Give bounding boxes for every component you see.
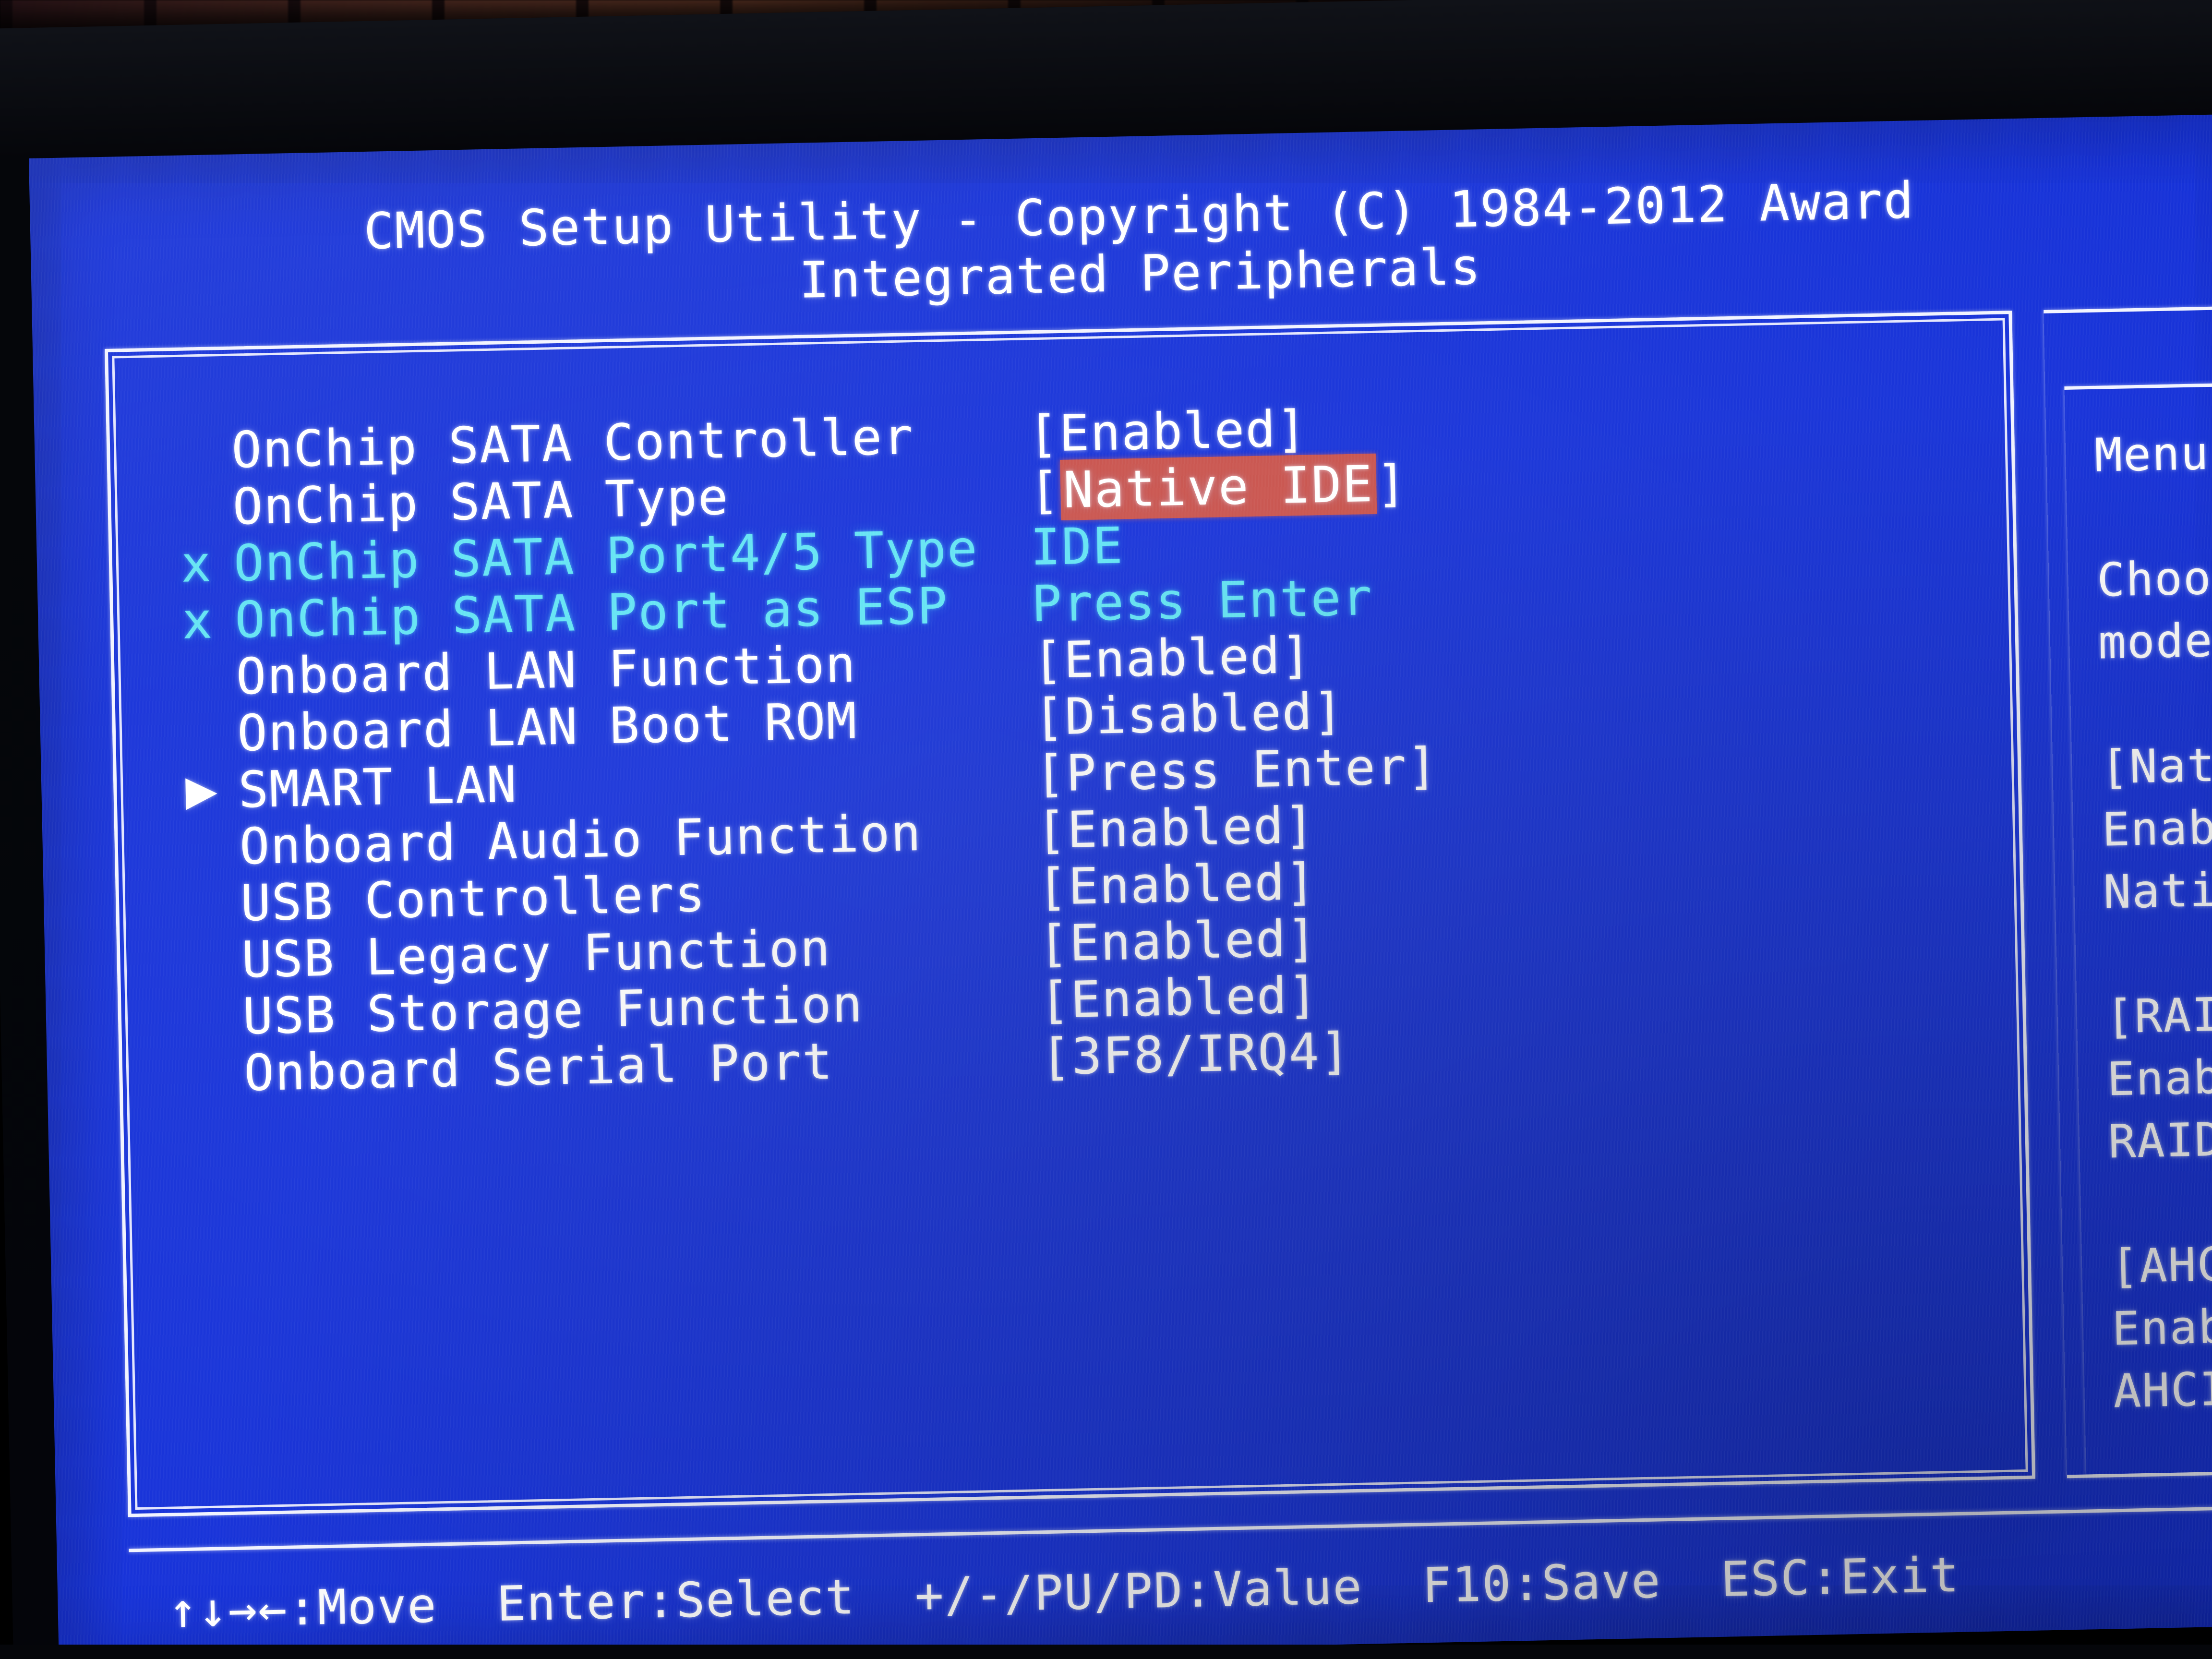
value-bracket-close: ] <box>1375 454 1408 513</box>
help-text-line: Enabl <box>2106 1049 2212 1106</box>
help-text-line: [Nat <box>2100 738 2212 794</box>
screenshot-root: CMOS Setup Utility - Copyright (C) 1984-… <box>0 0 2212 1659</box>
setting-value[interactable]: [Press Enter] <box>1034 736 1439 803</box>
help-text-line: Enab <box>2101 800 2212 857</box>
help-text-line: AHCI <box>2113 1362 2212 1419</box>
help-spacer <box>2099 669 2212 736</box>
help-text-line: Nativ <box>2103 862 2212 919</box>
bios-screen: CMOS Setup Utility - Copyright (C) 1984-… <box>29 114 2212 1659</box>
disabled-x-icon: x <box>181 591 214 650</box>
disabled-x-icon: x <box>180 534 213 594</box>
setting-label: SMART LAN <box>238 755 518 819</box>
setting-value[interactable]: [Enabled] <box>1032 626 1312 690</box>
help-text-line: mode <box>2097 613 2212 670</box>
help-text-line: RAID <box>2107 1112 2212 1169</box>
setting-value[interactable]: [Disabled] <box>1034 682 1345 746</box>
help-panel: Menu Choo mode [Nat Enab Nativ [RAID Enabl RAID[… <box>2094 420 2212 1423</box>
footer-divider <box>129 1504 2212 1552</box>
setting-value[interactable]: [Enabled] <box>1028 399 1308 464</box>
setting-value[interactable]: [Enabled] <box>1035 796 1316 860</box>
setting-value[interactable]: Press Enter <box>1031 568 1373 633</box>
bios-header: CMOS Setup Utility - Copyright (C) 1984-… <box>30 167 2212 323</box>
help-spacer <box>2109 1168 2212 1235</box>
setting-value[interactable]: [Enabled] <box>1038 909 1318 973</box>
help-spacer <box>2104 919 2212 986</box>
setting-value[interactable]: [Enabled] <box>1037 852 1317 916</box>
help-text-line: [AHCI <box>2110 1237 2212 1294</box>
setting-label: Onboard Audio Function <box>239 803 923 876</box>
setting-label: Onboard LAN Boot ROM <box>236 691 858 763</box>
setting-label: OnChip SATA Type <box>232 467 730 536</box>
bios-screen-content: CMOS Setup Utility - Copyright (C) 1984-… <box>29 114 2212 1659</box>
setting-value[interactable]: [Enabled] <box>1039 965 1319 1030</box>
help-text-line: Enabl <box>2111 1299 2212 1356</box>
footer-keyhints: ↑↓→←:Move Enter:Select +/-/PU/PD:Value F… <box>168 1546 1960 1638</box>
settings-list: OnChip SATA Controller [Enabled] OnChip SA… <box>178 389 1968 1104</box>
setting-label: OnChip SATA Controller <box>231 407 914 480</box>
help-text-line: Choo <box>2096 551 2212 607</box>
setting-label: USB Controllers <box>240 865 707 933</box>
setting-label: Onboard Serial Port <box>243 1032 834 1103</box>
value-bracket-open: [ <box>1029 461 1061 520</box>
submenu-arrow-icon: ▶ <box>185 766 219 815</box>
help-spacer <box>2095 482 2212 549</box>
setting-value[interactable]: [Native IDE] <box>1029 453 1408 520</box>
selected-value-highlight[interactable]: Native IDE <box>1059 453 1377 520</box>
setting-value[interactable]: [3F8/IRQ4] <box>1040 1022 1351 1086</box>
bezel-bottom-edge <box>0 1645 2212 1659</box>
help-text-line: [RAID <box>2105 987 2212 1044</box>
help-panel-title: Menu <box>2094 426 2210 482</box>
setting-value[interactable]: IDE <box>1030 516 1124 577</box>
